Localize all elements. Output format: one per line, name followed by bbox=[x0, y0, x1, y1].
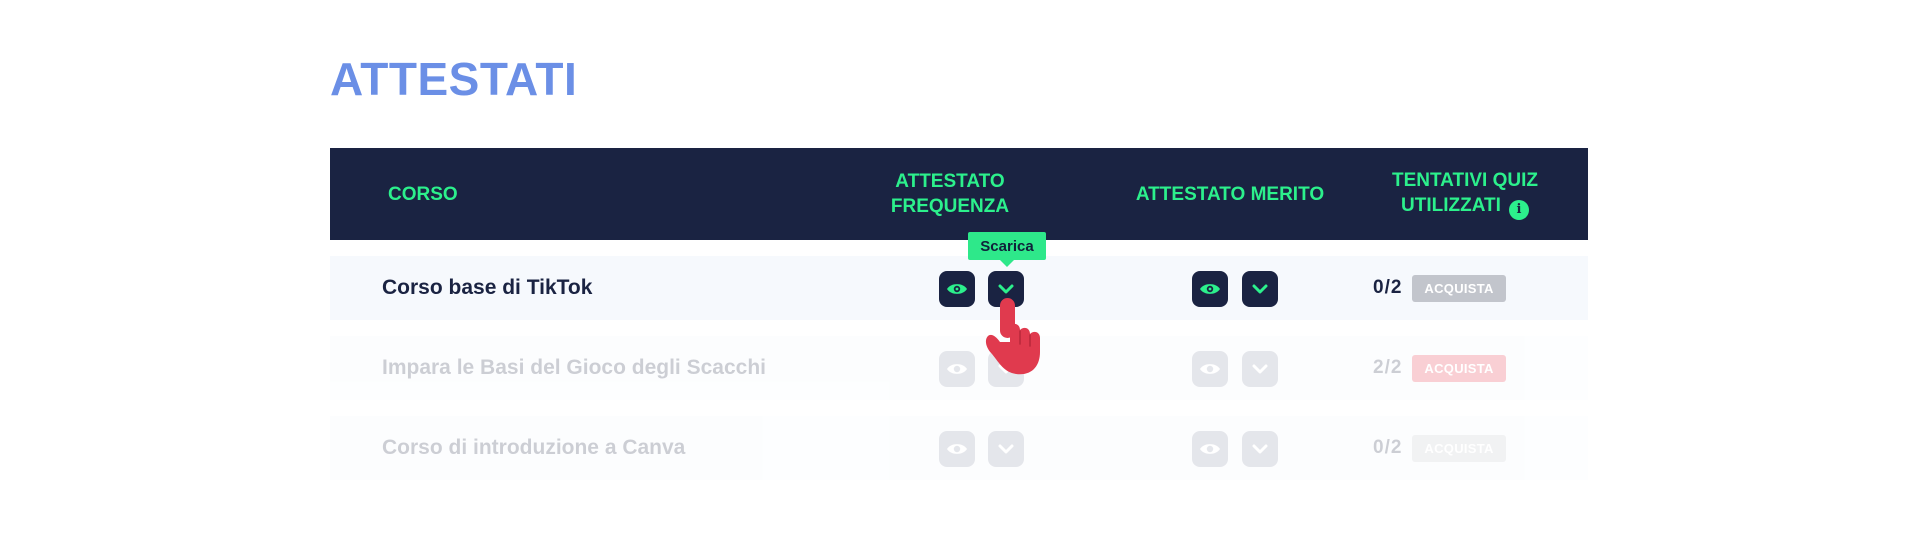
eye-icon bbox=[1200, 364, 1220, 374]
chevron-down-icon bbox=[1252, 444, 1268, 454]
view-frequenza-button[interactable] bbox=[939, 271, 975, 307]
header-tentativi-quiz: TENTATIVI QUIZ UTILIZZATI i bbox=[1365, 148, 1565, 240]
header-attestato-merito: ATTESTATO MERITO bbox=[1135, 183, 1325, 205]
view-merito-button[interactable] bbox=[1192, 431, 1228, 467]
quiz-attempts: 0/2 ACQUISTA bbox=[1373, 256, 1506, 320]
header-quiz-line1: TENTATIVI QUIZ bbox=[1391, 170, 1538, 192]
chevron-down-icon bbox=[1252, 364, 1268, 374]
acquista-button[interactable]: ACQUISTA bbox=[1412, 434, 1506, 462]
eye-icon bbox=[947, 444, 967, 454]
eye-icon bbox=[947, 284, 967, 294]
eye-icon bbox=[1200, 444, 1220, 454]
view-frequenza-button[interactable] bbox=[939, 351, 975, 387]
download-merito-button[interactable] bbox=[1242, 271, 1278, 307]
view-merito-button[interactable] bbox=[1192, 271, 1228, 307]
info-icon[interactable]: i bbox=[1508, 199, 1529, 220]
view-merito-button[interactable] bbox=[1192, 351, 1228, 387]
table-header: CORSO ATTESTATO FREQUENZA ATTESTATO MERI… bbox=[330, 148, 1588, 240]
quiz-count: 0/2 bbox=[1373, 277, 1403, 298]
header-corso: CORSO bbox=[388, 183, 458, 205]
eye-icon bbox=[1200, 284, 1220, 294]
course-name: Corso base di TikTok bbox=[382, 276, 593, 299]
hand-pointer-icon bbox=[985, 298, 1040, 375]
eye-icon bbox=[947, 364, 967, 374]
certificates-table: CORSO ATTESTATO FREQUENZA ATTESTATO MERI… bbox=[330, 148, 1588, 480]
table-row: Corso di introduzione a Canva 0/2 ACQUIS… bbox=[330, 416, 1588, 480]
download-merito-button[interactable] bbox=[1242, 351, 1278, 387]
chevron-down-icon bbox=[1252, 284, 1268, 294]
view-frequenza-button[interactable] bbox=[939, 431, 975, 467]
quiz-attempts: 2/2 ACQUISTA bbox=[1373, 336, 1506, 400]
chevron-down-icon bbox=[998, 444, 1014, 454]
header-quiz-line2-text: UTILIZZATI bbox=[1401, 195, 1501, 217]
download-frequenza-button[interactable] bbox=[988, 431, 1024, 467]
course-name: Impara le Basi del Gioco degli Scacchi bbox=[382, 356, 766, 379]
table-row: Corso base di TikTok 0/2 ACQUISTA bbox=[330, 256, 1588, 320]
acquista-button[interactable]: ACQUISTA bbox=[1412, 354, 1506, 382]
download-tooltip: Scarica bbox=[968, 232, 1046, 267]
course-name: Corso di introduzione a Canva bbox=[382, 436, 686, 459]
quiz-count: 0/2 bbox=[1373, 437, 1403, 458]
quiz-attempts: 0/2 ACQUISTA bbox=[1373, 416, 1506, 480]
table-row: Impara le Basi del Gioco degli Scacchi 2… bbox=[330, 336, 1588, 400]
header-quiz-line2: UTILIZZATI i bbox=[1392, 193, 1538, 220]
chevron-down-icon bbox=[998, 284, 1014, 294]
header-freq-line1: ATTESTATO bbox=[895, 171, 1005, 192]
quiz-count: 2/2 bbox=[1373, 357, 1403, 378]
header-attestato-frequenza: ATTESTATO FREQUENZA bbox=[875, 148, 1025, 240]
acquista-button[interactable]: ACQUISTA bbox=[1412, 274, 1506, 302]
header-freq-line2: FREQUENZA bbox=[890, 196, 1010, 217]
download-merito-button[interactable] bbox=[1242, 431, 1278, 467]
page-title: ATTESTATI bbox=[330, 53, 578, 105]
